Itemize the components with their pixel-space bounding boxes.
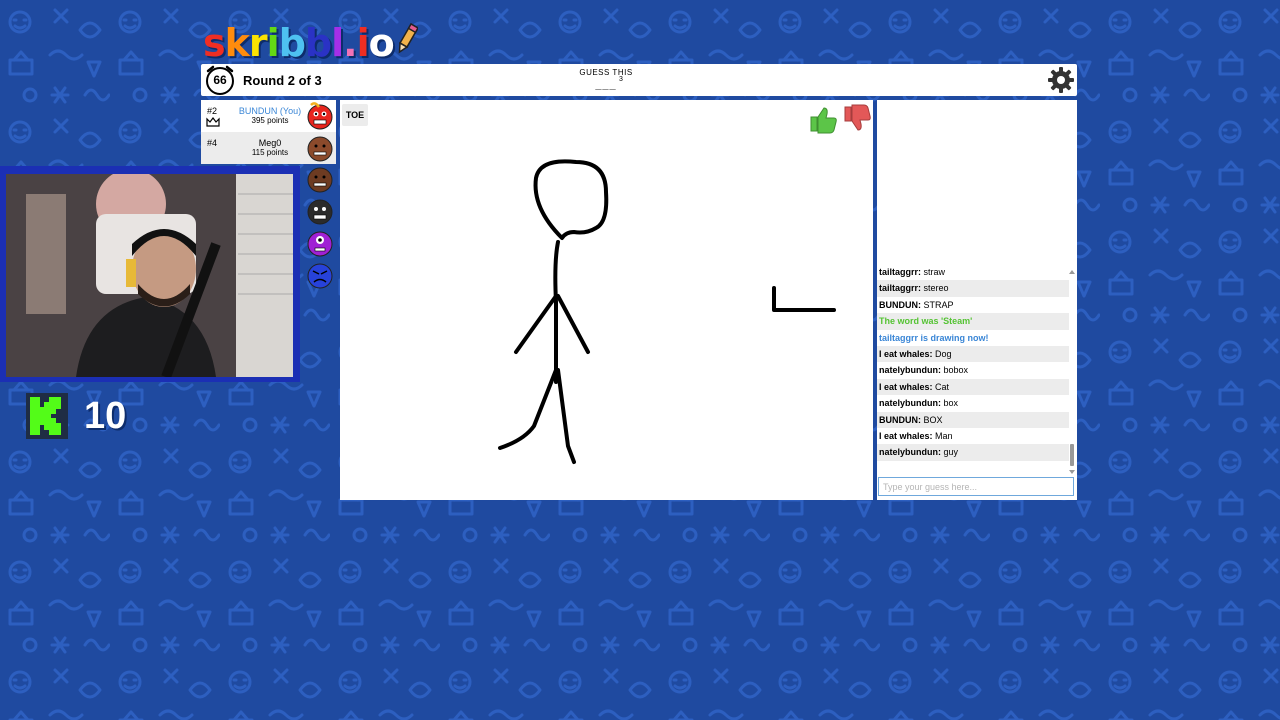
chat-text: Man — [935, 430, 953, 441]
chat-message: I eat whales: Cat — [877, 378, 1069, 396]
chat-username: BUNDUN: — [879, 414, 924, 425]
word-length: 3 — [619, 76, 623, 83]
chat-message: The word was 'Steam' — [877, 313, 1069, 330]
hint-word-box: TOE — [342, 104, 368, 126]
word-blanks: ___ — [595, 79, 617, 91]
crown-icon — [206, 117, 220, 127]
chat-text: box — [943, 398, 959, 409]
chat-message: I eat whales: Man — [877, 428, 1069, 444]
chat-text: straw — [923, 267, 946, 277]
logo-letter: l — [331, 21, 344, 65]
chat-username: I eat whales: — [879, 348, 936, 359]
player-avatar — [307, 136, 333, 162]
logo-text: skribbl.io — [203, 21, 395, 65]
chat-message: I eat whales: Dog — [877, 345, 1069, 363]
player-rank: #2 — [207, 106, 218, 116]
logo-letter: i — [266, 21, 280, 65]
extra-avatars — [305, 164, 336, 292]
chat-text: tailtaggrr is drawing now! — [879, 332, 989, 343]
game-header: 66 Round 2 of 3 GUESS THIS ___ 3 — [201, 64, 1077, 96]
timer: 66 — [203, 64, 237, 96]
logo-letter: b — [304, 21, 332, 65]
player-avatar — [307, 231, 333, 257]
chat-message: natelybundun: guy — [877, 444, 1069, 461]
player-name: Meg0 — [258, 138, 282, 148]
chat-username: tailtaggrr: — [879, 267, 924, 277]
player-avatar — [307, 199, 333, 225]
chat-message: natelybundun: box — [877, 395, 1069, 411]
pencil-icon — [398, 22, 418, 54]
round-indicator: Round 2 of 3 — [243, 73, 322, 88]
logo-letter: i — [356, 21, 370, 65]
logo-letter: r — [248, 21, 268, 65]
chat-username: natelybundun: — [879, 398, 944, 409]
chat-message: tailtaggrr is drawing now! — [877, 330, 1069, 346]
logo-letter: b — [278, 21, 306, 65]
chat-message: tailtaggrr: straw — [877, 264, 1069, 280]
chat-message: tailtaggrr: stereo — [877, 280, 1069, 297]
chat-text: The word was 'Steam' — [879, 316, 973, 327]
guess-this-label: GUESS THIS — [579, 68, 633, 77]
player-row[interactable]: #4 Meg0 115 points — [201, 132, 336, 164]
player-points: 115 points — [251, 148, 289, 157]
guess-input[interactable] — [878, 477, 1074, 496]
chat-message: BUNDUN: STRAP — [877, 297, 1069, 313]
thumbs-up-icon[interactable] — [808, 104, 838, 134]
kick-viewer-badge: 10 — [26, 393, 126, 439]
chat-text: BOX — [923, 414, 943, 425]
logo-letter: s — [203, 21, 226, 65]
logo-letter: k — [224, 21, 250, 65]
timer-value: 66 — [213, 73, 227, 87]
drawing — [498, 159, 836, 464]
player-avatar — [307, 167, 333, 193]
chat-text: STRAP — [923, 299, 954, 310]
chat-messages: tailtaggrr: straw tailtaggrr: stereo BUNDU… — [877, 264, 1069, 461]
chat-username: tailtaggrr: — [879, 283, 924, 294]
chat-username: I eat whales: — [879, 381, 936, 392]
chat-message: natelybundun: bobox — [877, 362, 1069, 378]
chat-username: I eat whales: — [879, 430, 936, 441]
player-rank: #4 — [207, 138, 218, 148]
chat-panel: tailtaggrr: straw tailtaggrr: stereo BUNDU… — [877, 100, 1077, 500]
skribbl-logo: skribbl.io — [203, 14, 418, 62]
drawing-canvas[interactable]: TOE — [340, 100, 873, 500]
kick-logo-icon — [26, 393, 68, 439]
chat-message: BUNDUN: BOX — [877, 411, 1069, 428]
chat-text: guy — [943, 447, 959, 458]
thumbs-down-icon[interactable] — [842, 104, 872, 134]
chat-text: Cat — [935, 381, 950, 392]
rating-buttons — [808, 104, 872, 139]
webcam-feed — [6, 174, 293, 377]
chat-username: natelybundun: — [879, 365, 944, 376]
player-points: 395 points — [251, 116, 289, 125]
player-list: #2 BUNDUN (You) 395 points #4 Meg0 115 p… — [201, 100, 336, 164]
streamer-video — [6, 174, 293, 377]
chat-username: natelybundun: — [879, 447, 944, 458]
player-name: BUNDUN (You) — [238, 106, 302, 116]
webcam-overlay — [0, 166, 300, 382]
gear-icon[interactable] — [1047, 66, 1075, 94]
viewer-count: 10 — [84, 394, 127, 437]
player-avatar — [307, 263, 333, 289]
chat-text: bobox — [943, 365, 969, 376]
logo-letter: o — [368, 21, 395, 65]
chat-scrollbar[interactable] — [1069, 268, 1075, 476]
player-row[interactable]: #2 BUNDUN (You) 395 points — [201, 100, 336, 132]
chat-text: Dog — [935, 348, 952, 359]
chat-username: BUNDUN: — [879, 299, 924, 310]
chat-text: stereo — [923, 283, 949, 294]
logo-letter: . — [343, 21, 357, 65]
player-avatar — [307, 102, 333, 130]
